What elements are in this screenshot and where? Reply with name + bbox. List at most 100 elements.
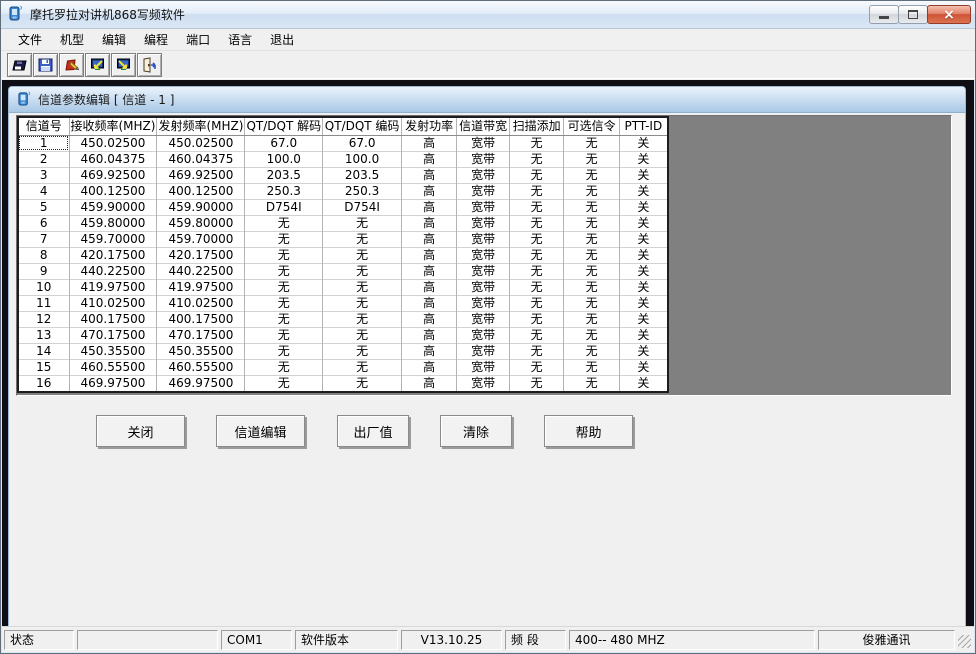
cell-ptt-id[interactable]: 关	[620, 295, 668, 311]
cell-tx-power[interactable]: 高	[402, 295, 457, 311]
cell-tx-frequency[interactable]: 440.22500	[157, 263, 245, 279]
cell-tx-frequency[interactable]: 459.80000	[157, 215, 245, 231]
cell-rx-frequency[interactable]: 459.90000	[69, 199, 157, 215]
menu-item[interactable]: 端口	[177, 28, 219, 51]
cell-channel-number[interactable]: 3	[18, 167, 69, 183]
cell-scan-add[interactable]: 无	[510, 151, 564, 167]
cell-ptt-id[interactable]: 关	[620, 247, 668, 263]
cell-scan-add[interactable]: 无	[510, 199, 564, 215]
cell-channel-number[interactable]: 11	[18, 295, 69, 311]
cell-bandwidth[interactable]: 宽带	[457, 151, 510, 167]
cell-channel-number[interactable]: 14	[18, 343, 69, 359]
cell-qt-dqt-decode[interactable]: 无	[245, 359, 323, 375]
cell-optional-signaling[interactable]: 无	[564, 247, 620, 263]
cell-tx-power[interactable]: 高	[402, 231, 457, 247]
cell-channel-number[interactable]: 12	[18, 311, 69, 327]
cell-ptt-id[interactable]: 关	[620, 279, 668, 295]
cell-rx-frequency[interactable]: 400.12500	[69, 183, 157, 199]
cell-tx-frequency[interactable]: 400.12500	[157, 183, 245, 199]
cell-tx-power[interactable]: 高	[402, 135, 457, 151]
cell-channel-number[interactable]: 9	[18, 263, 69, 279]
cell-scan-add[interactable]: 无	[510, 183, 564, 199]
cell-rx-frequency[interactable]: 470.17500	[69, 327, 157, 343]
cell-bandwidth[interactable]: 宽带	[457, 183, 510, 199]
cell-ptt-id[interactable]: 关	[620, 359, 668, 375]
cell-bandwidth[interactable]: 宽带	[457, 247, 510, 263]
cell-qt-dqt-decode[interactable]: 203.5	[245, 167, 323, 183]
cell-tx-power[interactable]: 高	[402, 167, 457, 183]
cell-scan-add[interactable]: 无	[510, 231, 564, 247]
cell-tx-power[interactable]: 高	[402, 247, 457, 263]
cell-scan-add[interactable]: 无	[510, 279, 564, 295]
cell-qt-dqt-decode[interactable]: 100.0	[245, 151, 323, 167]
cell-channel-number[interactable]: 4	[18, 183, 69, 199]
dialog-button[interactable]: 帮助	[544, 415, 633, 447]
cell-scan-add[interactable]: 无	[510, 247, 564, 263]
resize-grip-icon[interactable]	[958, 635, 971, 648]
dialog-button[interactable]: 信道编辑	[216, 415, 305, 447]
cell-optional-signaling[interactable]: 无	[564, 199, 620, 215]
cell-qt-dqt-encode[interactable]: 203.5	[323, 167, 402, 183]
cell-optional-signaling[interactable]: 无	[564, 295, 620, 311]
cell-qt-dqt-encode[interactable]: 无	[323, 359, 402, 375]
cell-tx-frequency[interactable]: 469.92500	[157, 167, 245, 183]
cell-optional-signaling[interactable]: 无	[564, 183, 620, 199]
cell-bandwidth[interactable]: 宽带	[457, 375, 510, 392]
minimize-button[interactable]	[869, 5, 899, 24]
cell-bandwidth[interactable]: 宽带	[457, 199, 510, 215]
cell-ptt-id[interactable]: 关	[620, 231, 668, 247]
cell-optional-signaling[interactable]: 无	[564, 311, 620, 327]
cell-qt-dqt-encode[interactable]: 无	[323, 311, 402, 327]
cell-scan-add[interactable]: 无	[510, 167, 564, 183]
cell-qt-dqt-encode[interactable]: 无	[323, 215, 402, 231]
cell-scan-add[interactable]: 无	[510, 263, 564, 279]
cell-channel-number[interactable]: 1	[18, 135, 69, 151]
cell-channel-number[interactable]: 16	[18, 375, 69, 392]
cell-rx-frequency[interactable]: 420.17500	[69, 247, 157, 263]
cell-qt-dqt-encode[interactable]: 67.0	[323, 135, 402, 151]
cell-tx-power[interactable]: 高	[402, 343, 457, 359]
cell-channel-number[interactable]: 15	[18, 359, 69, 375]
menu-item[interactable]: 语言	[219, 28, 261, 51]
cell-qt-dqt-encode[interactable]: D754I	[323, 199, 402, 215]
cell-qt-dqt-decode[interactable]: 无	[245, 279, 323, 295]
cell-rx-frequency[interactable]: 460.04375	[69, 151, 157, 167]
dialog-button[interactable]: 清除	[440, 415, 512, 447]
cell-qt-dqt-encode[interactable]: 无	[323, 247, 402, 263]
cell-bandwidth[interactable]: 宽带	[457, 295, 510, 311]
cell-rx-frequency[interactable]: 440.22500	[69, 263, 157, 279]
cell-ptt-id[interactable]: 关	[620, 263, 668, 279]
cell-rx-frequency[interactable]: 469.92500	[69, 167, 157, 183]
cell-channel-number[interactable]: 6	[18, 215, 69, 231]
cell-qt-dqt-encode[interactable]: 无	[323, 375, 402, 392]
cell-rx-frequency[interactable]: 419.97500	[69, 279, 157, 295]
cell-rx-frequency[interactable]: 459.80000	[69, 215, 157, 231]
cell-qt-dqt-encode[interactable]: 无	[323, 263, 402, 279]
cell-qt-dqt-encode[interactable]: 无	[323, 343, 402, 359]
close-button[interactable]: ×	[927, 5, 971, 24]
cell-channel-number[interactable]: 7	[18, 231, 69, 247]
cell-tx-power[interactable]: 高	[402, 279, 457, 295]
cell-scan-add[interactable]: 无	[510, 215, 564, 231]
cell-bandwidth[interactable]: 宽带	[457, 343, 510, 359]
menu-item[interactable]: 编程	[135, 28, 177, 51]
cell-optional-signaling[interactable]: 无	[564, 151, 620, 167]
cell-qt-dqt-decode[interactable]: 无	[245, 311, 323, 327]
cell-optional-signaling[interactable]: 无	[564, 167, 620, 183]
exit-button[interactable]	[137, 53, 162, 77]
cell-optional-signaling[interactable]: 无	[564, 263, 620, 279]
cell-tx-power[interactable]: 高	[402, 263, 457, 279]
cell-tx-frequency[interactable]: 400.17500	[157, 311, 245, 327]
cell-bandwidth[interactable]: 宽带	[457, 231, 510, 247]
cell-tx-frequency[interactable]: 469.97500	[157, 375, 245, 392]
cell-tx-frequency[interactable]: 410.02500	[157, 295, 245, 311]
cell-tx-power[interactable]: 高	[402, 327, 457, 343]
cell-qt-dqt-encode[interactable]: 无	[323, 231, 402, 247]
cell-optional-signaling[interactable]: 无	[564, 343, 620, 359]
menu-item[interactable]: 机型	[51, 28, 93, 51]
cell-tx-power[interactable]: 高	[402, 215, 457, 231]
cell-channel-number[interactable]: 10	[18, 279, 69, 295]
cell-bandwidth[interactable]: 宽带	[457, 311, 510, 327]
cell-tx-power[interactable]: 高	[402, 199, 457, 215]
cell-tx-frequency[interactable]: 420.17500	[157, 247, 245, 263]
